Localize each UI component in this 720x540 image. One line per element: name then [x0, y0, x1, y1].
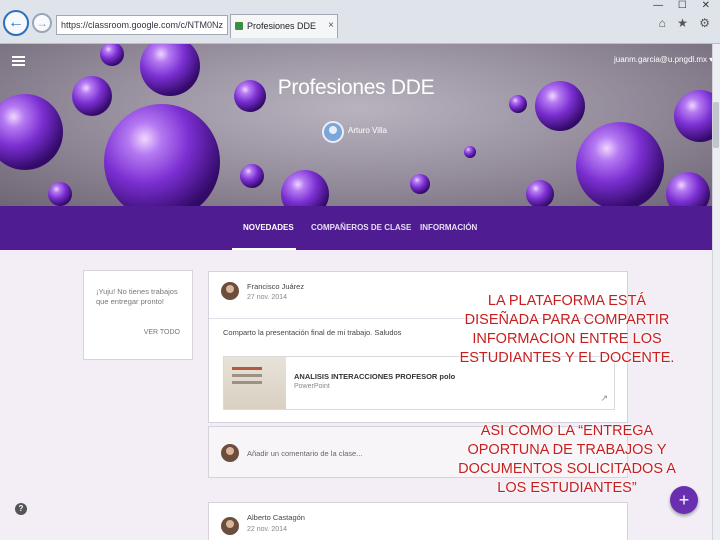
classroom-favicon-icon: [235, 22, 243, 30]
browser-toolbar: ← → https://classroom.google.com/c/NTM0N…: [0, 0, 720, 44]
tab-novedades[interactable]: NOVEDADES: [243, 223, 294, 232]
class-banner: juanm.garcia@u.pngdl.mx ▾ Profesiones DD…: [0, 44, 712, 206]
post-author: Francisco Juárez: [247, 282, 305, 291]
class-nav-bar: NOVEDADES COMPAÑEROS DE CLASE INFORMACIÓ…: [0, 206, 712, 250]
comment-input[interactable]: Añadir un comentario de la clase...: [247, 449, 362, 458]
annotation-text-1: LA PLATAFORMA ESTÁ DISEÑADA PARA COMPART…: [459, 293, 675, 366]
upcoming-work-card: ¡Yuju! No tienes trabajos que entregar p…: [83, 270, 193, 360]
attachment-title: ANALISIS INTERACCIONES PROFESOR polo: [294, 372, 456, 381]
post-date: 22 nov. 2014: [247, 526, 287, 533]
post-card: Alberto Castagón 22 nov. 2014: [208, 502, 628, 540]
tab-close-icon[interactable]: ×: [328, 15, 334, 37]
home-star-gear-icons[interactable]: ⌂ ★ ⚙: [659, 16, 714, 30]
class-title: Profesiones DDE: [277, 76, 435, 99]
open-external-icon[interactable]: ↗: [600, 393, 608, 404]
forward-button[interactable]: →: [32, 13, 52, 33]
user-account[interactable]: juanm.garcia@u.pngdl.mx ▾: [614, 55, 712, 64]
post-date: 27 nov. 2014: [247, 294, 287, 301]
menu-icon[interactable]: [12, 56, 25, 66]
tab-companeros[interactable]: COMPAÑEROS DE CLASE: [311, 223, 411, 232]
attachment-thumbnail: [224, 357, 286, 409]
forward-arrow-icon: →: [36, 16, 48, 30]
address-bar[interactable]: https://classroom.google.com/c/NTM0Nz: [56, 15, 228, 35]
page: ← → https://classroom.google.com/c/NTM0N…: [0, 0, 720, 540]
author-avatar: [221, 517, 239, 535]
tab-informacion[interactable]: INFORMACIÓN: [420, 223, 477, 232]
post-author: Alberto Castagón: [247, 513, 305, 522]
user-avatar: [221, 444, 239, 462]
attachment-type: PowerPoint: [294, 383, 330, 390]
banner-orbs-illustration: [0, 44, 712, 206]
annotation-text-2: ASI COMO LA “ENTREGA OPORTUNA DE TRABAJO…: [458, 423, 676, 496]
back-arrow-icon: ←: [8, 14, 24, 31]
back-button[interactable]: ←: [3, 10, 29, 36]
window-controls[interactable]: — ☐ ✕: [653, 0, 716, 14]
scroll-thumb[interactable]: [713, 102, 719, 148]
view-all-link[interactable]: VER TODO: [144, 329, 180, 336]
help-icon[interactable]: ?: [15, 503, 27, 515]
upcoming-message: ¡Yuju! No tienes trabajos que entregar p…: [96, 287, 178, 306]
teacher-name: Arturo Villa: [348, 126, 387, 135]
author-avatar: [221, 282, 239, 300]
browser-tab[interactable]: Profesiones DDE ×: [230, 14, 338, 38]
tab-title: Profesiones DDE: [247, 21, 317, 31]
post-text: Comparto la presentación final de mi tra…: [223, 328, 402, 337]
teacher-avatar: [322, 121, 344, 143]
scrollbar[interactable]: [712, 44, 720, 540]
